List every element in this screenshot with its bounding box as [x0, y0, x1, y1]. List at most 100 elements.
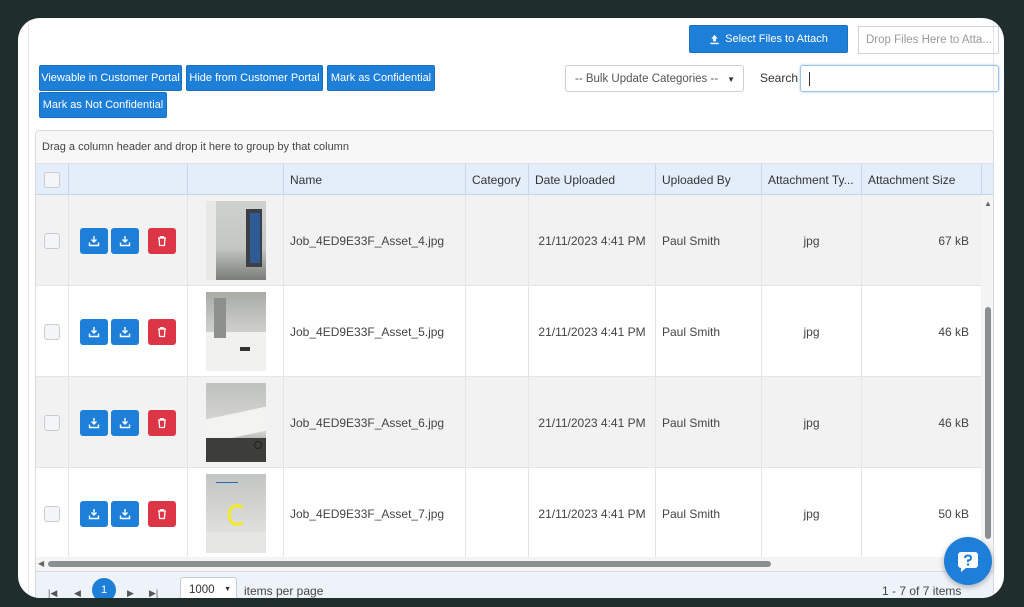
- not-confidential-label: Mark as Not Confidential: [42, 99, 164, 111]
- name-cell: Job_4ED9E33F_Asset_5.jpg: [284, 286, 466, 377]
- category-column-header[interactable]: Category: [466, 164, 529, 195]
- drop-zone-text: Drop Files Here to Atta...: [866, 34, 992, 46]
- row-select-cell: [36, 377, 69, 468]
- page-size-select[interactable]: 1000 ▼: [180, 577, 237, 598]
- category-cell: [466, 468, 529, 559]
- items-per-page-label: items per page: [244, 584, 324, 598]
- file-name: Job_4ED9E33F_Asset_4.jpg: [290, 233, 445, 248]
- size-cell: 46 kB: [862, 286, 981, 377]
- row-checkbox[interactable]: [44, 323, 60, 340]
- table-row[interactable]: Job_4ED9E33F_Asset_7.jpg 21/11/2023 4:41…: [36, 468, 981, 559]
- thumbnail-cell: [188, 468, 284, 559]
- download-button[interactable]: [80, 500, 108, 527]
- scroll-left-icon[interactable]: ◀: [38, 559, 44, 568]
- download-button[interactable]: [80, 227, 108, 254]
- date-value: 21/11/2023 4:41 PM: [538, 233, 646, 248]
- uploader-value: Paul Smith: [662, 233, 721, 248]
- select-files-button[interactable]: Select Files to Attach: [689, 25, 848, 53]
- confidential-label: Mark as Confidential: [330, 72, 432, 84]
- table-row[interactable]: Job_4ED9E33F_Asset_5.jpg 21/11/2023 4:41…: [36, 286, 981, 377]
- name-cell: Job_4ED9E33F_Asset_7.jpg: [284, 468, 466, 559]
- actions-header: [69, 164, 188, 195]
- select-all-checkbox[interactable]: [44, 171, 60, 188]
- viewable-in-portal-button[interactable]: Viewable in Customer Portal: [39, 65, 182, 91]
- bulk-update-categories-select[interactable]: -- Bulk Update Categories -- ▼: [565, 65, 744, 92]
- horizontal-scrollbar[interactable]: ◀: [36, 557, 993, 571]
- uploaded-by-cell: Paul Smith: [656, 195, 762, 286]
- trash-icon: [158, 326, 166, 337]
- group-by-bar[interactable]: Drag a column header and drop it here to…: [36, 131, 993, 164]
- download-original-button[interactable]: [111, 500, 139, 527]
- name-cell: Job_4ED9E33F_Asset_4.jpg: [284, 195, 466, 286]
- next-page-icon[interactable]: ▶: [127, 588, 134, 598]
- mark-not-confidential-button[interactable]: Mark as Not Confidential: [39, 92, 167, 118]
- last-page-icon[interactable]: ▶|: [149, 588, 158, 598]
- uploader-value: Paul Smith: [662, 506, 721, 521]
- current-page-button[interactable]: 1: [92, 578, 116, 598]
- current-page-number: 1: [100, 584, 108, 596]
- attachment-size-column-header[interactable]: Attachment Size: [862, 164, 982, 195]
- category-cell: [466, 195, 529, 286]
- row-checkbox[interactable]: [44, 505, 60, 522]
- date-value: 21/11/2023 4:41 PM: [538, 506, 646, 521]
- size-value: 67 kB: [938, 233, 969, 248]
- hide-from-portal-button[interactable]: Hide from Customer Portal: [186, 65, 323, 91]
- uploader-value: Paul Smith: [662, 324, 721, 339]
- size-cell: 67 kB: [862, 195, 981, 286]
- chat-help-button[interactable]: [944, 537, 992, 585]
- type-cell: jpg: [762, 286, 862, 377]
- thumbnail-cell: [188, 195, 284, 286]
- size-value: 46 kB: [938, 415, 969, 430]
- download-button[interactable]: [80, 409, 108, 436]
- caret-down-icon: ▼: [224, 586, 231, 593]
- search-input[interactable]: [800, 65, 999, 92]
- image-thumbnail[interactable]: [205, 474, 266, 553]
- scroll-up-icon[interactable]: ▲: [984, 199, 992, 208]
- table-row[interactable]: Job_4ED9E33F_Asset_6.jpg 21/11/2023 4:41…: [36, 377, 981, 468]
- image-thumbnail[interactable]: [205, 383, 266, 462]
- table-row[interactable]: Job_4ED9E33F_Asset_4.jpg 21/11/2023 4:41…: [36, 195, 981, 286]
- name-column-header[interactable]: Name: [284, 164, 466, 195]
- date-cell: 21/11/2023 4:41 PM: [529, 286, 656, 377]
- trash-icon: [158, 235, 166, 246]
- type-value: jpg: [803, 415, 820, 430]
- date-uploaded-column-header[interactable]: Date Uploaded: [529, 164, 656, 195]
- uploaded-by-cell: Paul Smith: [656, 286, 762, 377]
- type-value: jpg: [803, 506, 820, 521]
- image-thumbnail[interactable]: [205, 292, 266, 371]
- vertical-scroll-thumb[interactable]: [985, 307, 991, 539]
- type-cell: jpg: [762, 468, 862, 559]
- prev-page-icon[interactable]: ◀: [74, 588, 81, 598]
- image-thumbnail[interactable]: [205, 201, 266, 280]
- delete-button[interactable]: [148, 227, 176, 254]
- caret-down-icon: ▼: [727, 75, 735, 84]
- row-actions-cell: [69, 286, 188, 377]
- uploaded-by-column-header[interactable]: Uploaded By: [656, 164, 762, 195]
- download-original-button[interactable]: [111, 227, 139, 254]
- first-page-icon[interactable]: |◀: [48, 588, 57, 598]
- row-checkbox[interactable]: [44, 414, 60, 431]
- drop-zone[interactable]: Drop Files Here to Atta...: [858, 26, 999, 54]
- file-name: Job_4ED9E33F_Asset_6.jpg: [290, 415, 445, 430]
- horizontal-scroll-thumb[interactable]: [48, 561, 771, 567]
- mark-confidential-button[interactable]: Mark as Confidential: [327, 65, 435, 91]
- row-select-cell: [36, 195, 69, 286]
- uploader-value: Paul Smith: [662, 415, 721, 430]
- delete-button[interactable]: [148, 409, 176, 436]
- download-original-button[interactable]: [111, 318, 139, 345]
- bulk-select-value: -- Bulk Update Categories --: [575, 72, 719, 85]
- download-original-button[interactable]: [111, 409, 139, 436]
- grid-header: Name Category Date Uploaded Uploaded By …: [36, 164, 993, 195]
- thumbnail-header: [188, 164, 284, 195]
- page-size-value: 1000: [189, 584, 215, 596]
- pager: |◀ ◀ 1 ▶ ▶| 1000 ▼ items per page 1 - 7 …: [36, 571, 993, 598]
- vertical-scrollbar[interactable]: ▲: [981, 195, 993, 557]
- category-cell: [466, 286, 529, 377]
- download-icon: [119, 508, 131, 519]
- upload-icon: [710, 34, 719, 44]
- delete-button[interactable]: [148, 318, 176, 345]
- delete-button[interactable]: [148, 500, 176, 527]
- attachment-type-column-header[interactable]: Attachment Ty...: [762, 164, 862, 195]
- row-checkbox[interactable]: [44, 232, 60, 249]
- download-button[interactable]: [80, 318, 108, 345]
